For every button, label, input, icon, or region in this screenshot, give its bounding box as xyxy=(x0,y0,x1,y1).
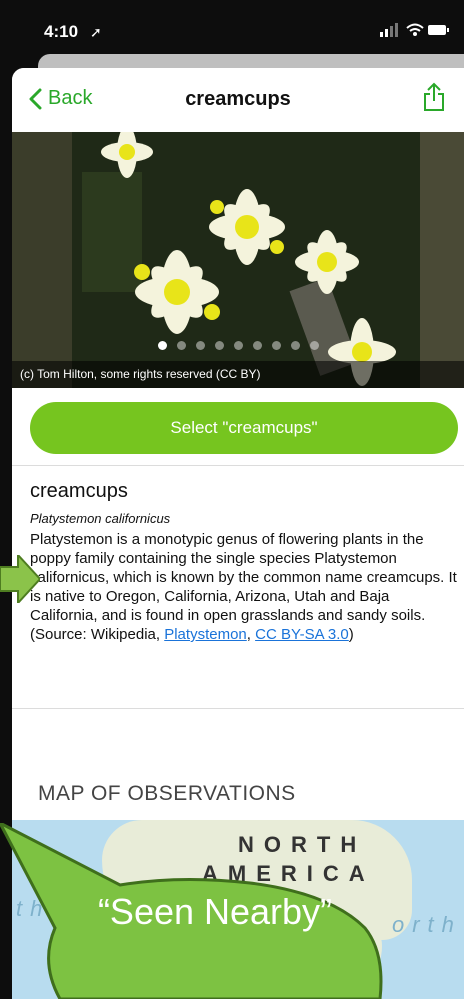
carousel-dot[interactable] xyxy=(290,341,300,350)
carousel-dot[interactable] xyxy=(195,341,205,350)
divider xyxy=(12,465,464,466)
photo-credit: (c) Tom Hilton, some rights reserved (CC… xyxy=(12,361,464,388)
status-time: 4:10 xyxy=(44,22,79,41)
map-section-title: MAP OF OBSERVATIONS xyxy=(38,782,296,805)
share-icon[interactable] xyxy=(422,82,446,117)
carousel-dot[interactable] xyxy=(157,341,167,350)
carousel-dot[interactable] xyxy=(233,341,243,350)
wifi-icon xyxy=(406,23,424,36)
platystemon-link[interactable]: Platystemon xyxy=(164,626,247,643)
description-close: ) xyxy=(348,626,354,643)
signal-icon xyxy=(380,23,398,37)
status-icons xyxy=(380,22,450,43)
photo-carousel[interactable]: (c) Tom Hilton, some rights reserved (CC… xyxy=(12,132,464,388)
nav-bar: Back creamcups xyxy=(12,68,464,132)
carousel-dot[interactable] xyxy=(176,341,186,350)
species-scientific-name: Platystemon californicus xyxy=(30,511,171,526)
description-separator: , xyxy=(246,626,256,643)
page-title: creamcups xyxy=(185,88,291,110)
location-arrow-icon: ➚ xyxy=(90,24,102,40)
map-ocean-label-right: orth xyxy=(392,912,462,937)
callout-text: “Seen Nearby” xyxy=(97,891,333,932)
carousel-dots xyxy=(12,337,464,355)
license-link[interactable]: CC BY-SA 3.0 xyxy=(255,626,349,643)
carousel-dot[interactable] xyxy=(309,341,319,350)
carousel-dot[interactable] xyxy=(214,341,224,350)
carousel-dot[interactable] xyxy=(271,341,281,350)
pointer-arrow-icon xyxy=(0,555,40,603)
divider xyxy=(12,708,464,709)
select-species-button[interactable]: Select "creamcups" xyxy=(30,402,458,454)
battery-icon xyxy=(428,25,449,35)
species-description: Platystemon is a monotypic genus of flow… xyxy=(30,530,458,644)
species-common-name: creamcups xyxy=(30,480,128,502)
carousel-dot[interactable] xyxy=(252,341,262,350)
